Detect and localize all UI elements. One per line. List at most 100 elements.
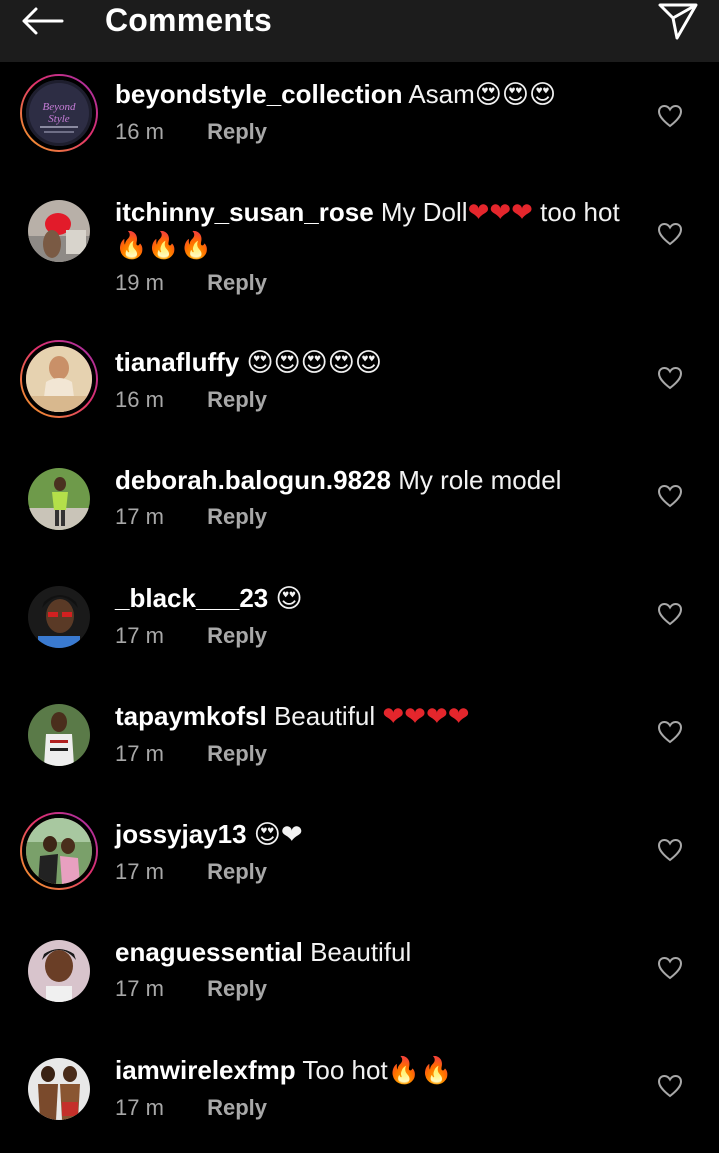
comment-message: My Doll <box>380 197 468 227</box>
comment-text: beyondstyle_collection Asam😍😍😍 <box>115 78 640 111</box>
share-button[interactable] <box>653 0 703 42</box>
comment-message: Beautiful <box>273 701 376 731</box>
comment-body: itchinny_susan_rose My Doll❤❤❤ too hot 🔥🔥… <box>115 196 640 296</box>
avatar[interactable] <box>20 460 98 538</box>
avatar[interactable] <box>20 192 98 270</box>
heart-outline-icon[interactable] <box>656 954 684 982</box>
heart-outline-icon[interactable] <box>656 1072 684 1100</box>
comment-time: 17 m <box>115 1095 164 1120</box>
comment-time: 16 m <box>115 387 164 412</box>
emoji-fire: 🔥🔥 <box>387 1056 453 1086</box>
heart-outline-icon[interactable] <box>656 482 684 510</box>
avatar-story-ring[interactable] <box>20 340 98 418</box>
comment-message: My role model <box>398 465 562 495</box>
avatar-image <box>28 940 90 1002</box>
comment-text: tianafluffy 😍😍😍😍😍 <box>115 346 640 379</box>
reply-button[interactable]: Reply <box>207 504 267 529</box>
emoji-red-heart: ❤❤❤ <box>467 198 533 228</box>
emoji-heart-eyes: 😍 <box>275 584 303 614</box>
comment-body: beyondstyle_collection Asam😍😍😍 16 m Repl… <box>115 78 640 145</box>
comment-body: _black___23 😍 17 m Reply <box>115 582 640 649</box>
comment-time: 17 m <box>115 623 164 648</box>
emoji-heart-eyes: 😍😍😍😍😍 <box>246 348 382 378</box>
username-link[interactable]: enaguessential <box>115 937 303 967</box>
heart-outline-icon[interactable] <box>656 600 684 628</box>
svg-text:Beyond: Beyond <box>43 101 76 113</box>
comment-meta: 17 m Reply <box>115 623 640 649</box>
comment-meta: 16 m Reply <box>115 387 640 413</box>
comment-meta: 19 m Reply <box>115 270 640 296</box>
heart-outline-icon[interactable] <box>656 102 684 130</box>
reply-button[interactable]: Reply <box>207 387 267 412</box>
back-button[interactable] <box>14 0 70 42</box>
avatar[interactable] <box>20 578 98 656</box>
comment-meta: 17 m Reply <box>115 741 640 767</box>
reply-button[interactable]: Reply <box>207 119 267 144</box>
avatar-image <box>22 814 96 888</box>
avatar-image <box>28 200 90 262</box>
username-link[interactable]: deborah.balogun.9828 <box>115 465 391 495</box>
username-link[interactable]: beyondstyle_collection <box>115 79 403 109</box>
comment-time: 17 m <box>115 976 164 1001</box>
comment-time: 17 m <box>115 504 164 529</box>
comment-text: deborah.balogun.9828 My role model <box>115 464 640 496</box>
avatar: Beyond Style <box>22 76 96 150</box>
comment-text: tapaymkofsl Beautiful ❤❤❤❤ <box>115 700 640 733</box>
avatar-story-ring[interactable]: Beyond Style <box>20 74 98 152</box>
paper-plane-icon <box>658 3 698 40</box>
username-link[interactable]: tapaymkofsl <box>115 701 267 731</box>
comment-text: _black___23 😍 <box>115 582 640 615</box>
comment-time: 17 m <box>115 859 164 884</box>
comment-meta: 17 m Reply <box>115 504 640 530</box>
comment-text: jossyjay13 😍❤ <box>115 818 640 851</box>
avatar-image <box>28 586 90 648</box>
avatar-story-ring[interactable] <box>20 812 98 890</box>
avatar-image <box>28 704 90 766</box>
avatar-image <box>28 1058 90 1120</box>
emoji-heart-eyes-red-heart: 😍❤ <box>253 820 303 850</box>
page-title: Comments <box>105 2 272 38</box>
avatar-image <box>28 468 90 530</box>
svg-text:Style: Style <box>48 113 69 125</box>
username-link[interactable]: itchinny_susan_rose <box>115 197 374 227</box>
emoji-fire: 🔥🔥🔥 <box>115 231 213 261</box>
reply-button[interactable]: Reply <box>207 270 267 295</box>
comment-time: 19 m <box>115 270 164 295</box>
reply-button[interactable]: Reply <box>207 741 267 766</box>
username-link[interactable]: iamwirelexfmp <box>115 1055 296 1085</box>
comment-message: Beautiful <box>310 937 412 967</box>
comment-message-2: too hot <box>540 197 620 227</box>
reply-button[interactable]: Reply <box>207 623 267 648</box>
reply-button[interactable]: Reply <box>207 976 267 1001</box>
comment-meta: 17 m Reply <box>115 859 640 885</box>
comment-text: iamwirelexfmp Too hot🔥🔥 <box>115 1054 640 1087</box>
reply-button[interactable]: Reply <box>207 859 267 884</box>
comment-meta: 16 m Reply <box>115 119 640 145</box>
comment-text: enaguessential Beautiful <box>115 936 640 968</box>
avatar[interactable] <box>20 696 98 774</box>
username-link[interactable]: _black___23 <box>115 583 268 613</box>
heart-outline-icon[interactable] <box>656 364 684 392</box>
comment-body: deborah.balogun.9828 My role model 17 m … <box>115 464 640 530</box>
username-link[interactable]: jossyjay13 <box>115 819 247 849</box>
heart-outline-icon[interactable] <box>656 718 684 746</box>
comment-message: Too hot <box>302 1055 388 1085</box>
heart-outline-icon[interactable] <box>656 836 684 864</box>
reply-button[interactable]: Reply <box>207 1095 267 1120</box>
heart-outline-icon[interactable] <box>656 220 684 248</box>
arrow-left-icon <box>22 7 64 35</box>
comment-message: Asam <box>408 79 475 109</box>
emoji-heart-eyes: 😍😍😍 <box>474 80 557 110</box>
username-link[interactable]: tianafluffy <box>115 347 239 377</box>
avatar-image <box>22 342 96 416</box>
comment-body: enaguessential Beautiful 17 m Reply <box>115 936 640 1002</box>
avatar[interactable] <box>20 1050 98 1128</box>
comment-body: iamwirelexfmp Too hot🔥🔥 17 m Reply <box>115 1054 640 1121</box>
comment-time: 16 m <box>115 119 164 144</box>
comment-body: tapaymkofsl Beautiful ❤❤❤❤ 17 m Reply <box>115 700 640 767</box>
logo-avatar-image: Beyond Style <box>26 80 92 146</box>
top-bar: Comments <box>0 0 719 62</box>
comment-meta: 17 m Reply <box>115 1095 640 1121</box>
emoji-red-heart: ❤❤❤❤ <box>382 702 470 732</box>
avatar[interactable] <box>20 932 98 1010</box>
